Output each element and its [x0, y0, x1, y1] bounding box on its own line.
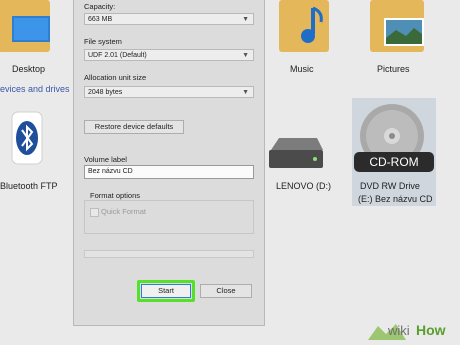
volume-label-caption: Volume label [84, 155, 127, 164]
desktop-folder-icon[interactable] [0, 0, 54, 58]
cd-rom-badge: CD-ROM [354, 152, 434, 172]
quick-format-label[interactable]: Quick Format [101, 207, 146, 216]
pictures-label[interactable]: Pictures [377, 64, 410, 74]
format-options-label: Format options [88, 191, 143, 200]
wikihow-how: How [416, 322, 446, 338]
music-label[interactable]: Music [290, 64, 314, 74]
cd-rom-badge-text: CD-ROM [369, 155, 419, 169]
bluetooth-icon[interactable] [8, 110, 48, 170]
volume-label-input[interactable]: Bez názvu CD [84, 165, 254, 179]
start-button-label: Start [158, 286, 174, 295]
close-button[interactable]: Close [200, 284, 252, 298]
format-options-group [84, 200, 254, 234]
bluetooth-ftp-label[interactable]: Bluetooth FTP [0, 181, 58, 191]
capacity-select[interactable]: 663 MB ▼ [84, 13, 254, 25]
dvd-drive-label-line2[interactable]: (E:) Bez názvu CD [358, 194, 433, 204]
restore-defaults-label: Restore device defaults [94, 122, 174, 131]
allocation-unit-label: Allocation unit size [84, 73, 147, 82]
chevron-down-icon: ▼ [242, 16, 249, 23]
devices-drives-header: evices and drives [0, 84, 70, 94]
hard-drive-icon[interactable] [265, 132, 325, 172]
allocation-unit-value: 2048 bytes [88, 89, 123, 96]
quick-format-checkbox[interactable] [90, 208, 99, 217]
desktop-label[interactable]: Desktop [12, 64, 45, 74]
chevron-down-icon: ▼ [242, 52, 249, 59]
file-system-value: UDF 2.01 (Default) [88, 52, 147, 59]
chevron-down-icon: ▼ [242, 89, 249, 96]
allocation-unit-select[interactable]: 2048 bytes ▼ [84, 86, 254, 98]
volume-label-value: Bez názvu CD [88, 168, 133, 175]
wikihow-watermark: wiki How [366, 320, 458, 342]
file-system-select[interactable]: UDF 2.01 (Default) ▼ [84, 49, 254, 61]
close-button-label: Close [216, 286, 236, 295]
restore-defaults-button[interactable]: Restore device defaults [84, 120, 184, 134]
pictures-folder-icon[interactable] [366, 0, 430, 58]
capacity-label: Capacity: [84, 2, 116, 11]
capacity-value: 663 MB [88, 16, 113, 23]
dvd-drive-label-line1[interactable]: DVD RW Drive [360, 181, 420, 191]
format-dialog: Capacity: 663 MB ▼ File system UDF 2.01 … [73, 0, 265, 326]
music-folder-icon[interactable] [275, 0, 335, 58]
file-system-label: File system [84, 37, 122, 46]
start-button[interactable]: Start [141, 284, 191, 298]
format-progress-bar [84, 250, 254, 258]
wikihow-wiki: wiki [388, 323, 410, 338]
lenovo-drive-label[interactable]: LENOVO (D:) [276, 181, 331, 191]
